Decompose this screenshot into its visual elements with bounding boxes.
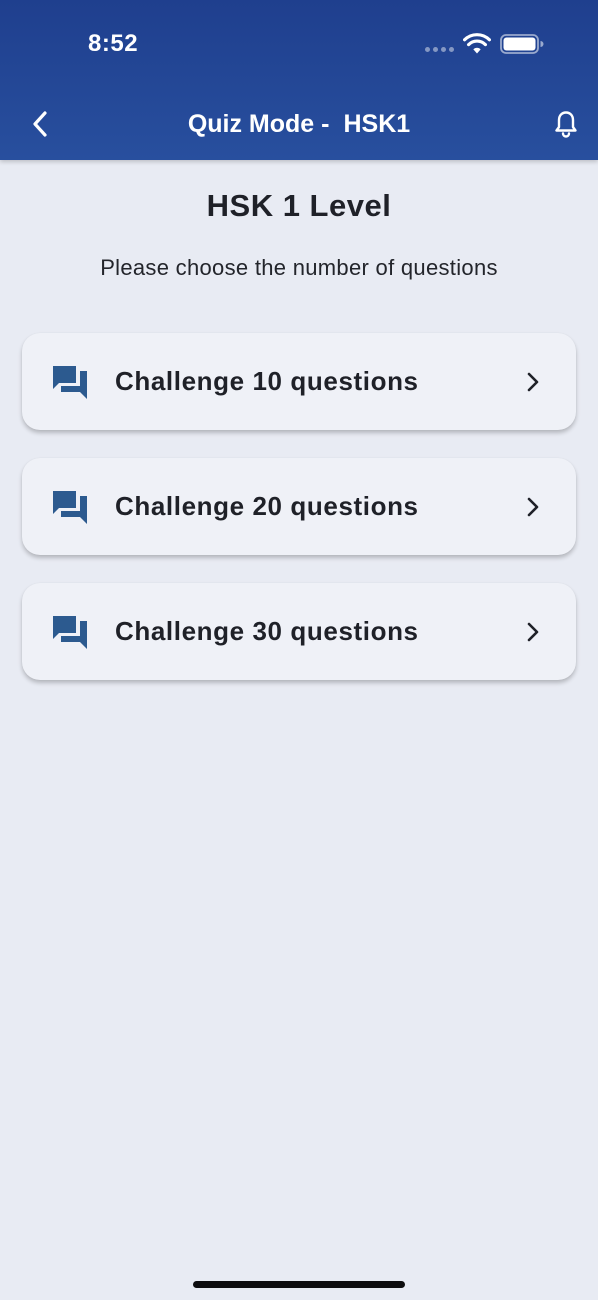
chat-icon	[53, 366, 87, 399]
battery-icon	[500, 34, 544, 54]
challenge-30-button[interactable]: Challenge 30 questions	[22, 583, 576, 680]
app-screen: 8:52 Quiz Mode - HSK1 HSK 1 Level Please…	[0, 0, 598, 1300]
home-indicator[interactable]	[193, 1281, 405, 1288]
chevron-right-icon	[527, 497, 539, 517]
page-title: HSK 1 Level	[206, 188, 392, 223]
option-label: Challenge 30 questions	[115, 616, 419, 646]
app-title: Quiz Mode - HSK1	[0, 110, 598, 139]
app-title-level: HSK1	[343, 110, 411, 138]
app-bar: Quiz Mode - HSK1	[0, 90, 598, 160]
option-label: Challenge 10 questions	[115, 366, 419, 396]
chevron-right-icon	[527, 622, 539, 642]
bell-icon	[555, 111, 577, 138]
notifications-button[interactable]	[548, 106, 584, 142]
chat-icon	[53, 616, 87, 649]
cellular-signal-icon	[425, 47, 454, 52]
challenge-10-button[interactable]: Challenge 10 questions	[22, 333, 576, 430]
status-bar: 8:52	[0, 0, 598, 90]
option-label: Challenge 20 questions	[115, 491, 419, 521]
challenge-20-button[interactable]: Challenge 20 questions	[22, 458, 576, 555]
app-title-prefix: Quiz Mode -	[187, 110, 330, 138]
page-subtitle: Please choose the number of questions	[100, 255, 498, 280]
wifi-icon	[463, 33, 491, 54]
header: 8:52 Quiz Mode - HSK1	[0, 0, 598, 160]
chat-icon	[53, 491, 87, 524]
status-time: 8:52	[88, 30, 139, 57]
chevron-right-icon	[527, 372, 539, 392]
